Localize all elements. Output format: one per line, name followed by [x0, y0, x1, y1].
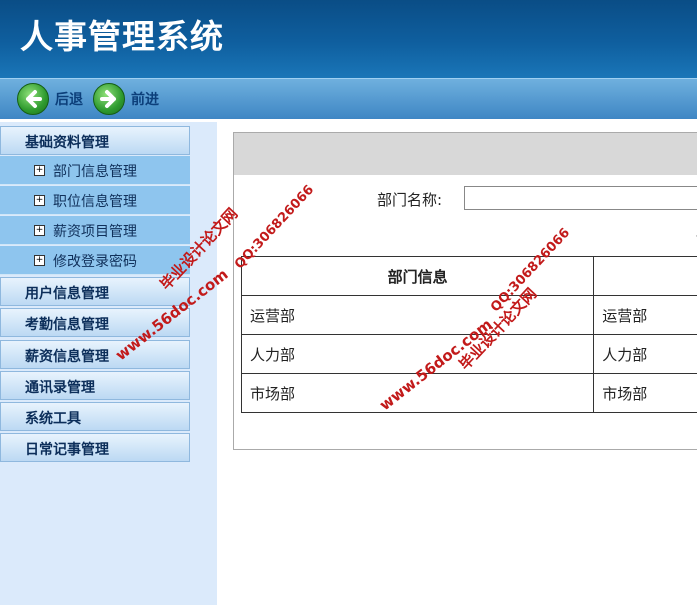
menu-group-basic-data[interactable]: 基础资料管理 [0, 126, 190, 155]
menu-item-department[interactable]: + 部门信息管理 [0, 156, 190, 185]
department-name-label: 部门名称: [377, 191, 443, 209]
content-header-bar [234, 133, 697, 175]
back-arrow-icon [17, 83, 49, 115]
menu-item-change-password[interactable]: + 修改登录密码 [0, 246, 190, 275]
menu-group-label: 通讯录管理 [25, 380, 95, 396]
expand-icon: + [34, 225, 45, 236]
expand-icon: + [34, 165, 45, 176]
menu-group-daily-notes[interactable]: 日常记事管理 [0, 433, 190, 462]
menu-item-label: 部门信息管理 [53, 164, 137, 180]
back-button[interactable]: 后退 [17, 83, 83, 115]
back-label: 后退 [55, 92, 83, 108]
sidebar-menu: 基础资料管理 + 部门信息管理 + 职位信息管理 + 薪资项目管理 + 修改登录… [0, 122, 217, 605]
table-cell: 运营部 [593, 295, 697, 335]
menu-group-label: 薪资信息管理 [25, 349, 109, 365]
menu-item-position[interactable]: + 职位信息管理 [0, 186, 190, 215]
menu-item-label: 薪资项目管理 [53, 224, 137, 240]
menu-group-system-tools[interactable]: 系统工具 [0, 402, 190, 431]
menu-group-label: 用户信息管理 [25, 286, 109, 302]
menu-group-label: 日常记事管理 [25, 442, 109, 458]
menu-group-label: 考勤信息管理 [25, 317, 109, 333]
menu-group-label: 系统工具 [25, 411, 81, 427]
content-panel: 部门名称: 请 部门信息 运营部 运营部 人力部 人力部 市场部 市场部 [233, 132, 697, 450]
table-cell: 人力部 [593, 334, 697, 374]
menu-group-label: 基础资料管理 [25, 135, 109, 151]
table-cell: 市场部 [593, 373, 697, 413]
expand-icon: + [34, 255, 45, 266]
forward-label: 前进 [131, 92, 159, 108]
table-cell: 运营部 [240, 295, 595, 335]
department-name-input[interactable] [464, 186, 697, 210]
menu-item-label: 职位信息管理 [53, 194, 137, 210]
app-header: 人事管理系统 [0, 0, 697, 78]
forward-button[interactable]: 前进 [93, 83, 159, 115]
nav-toolbar: 后退 前进 [0, 78, 697, 119]
table-header-row: 部门信息 [240, 256, 697, 296]
table-row[interactable]: 市场部 市场部 [240, 373, 697, 413]
expand-icon: + [34, 195, 45, 206]
menu-group-contacts[interactable]: 通讯录管理 [0, 371, 190, 400]
menu-item-salary-item[interactable]: + 薪资项目管理 [0, 216, 190, 245]
menu-item-label: 修改登录密码 [53, 254, 137, 270]
menu-group-salary-info[interactable]: 薪资信息管理 [0, 340, 190, 369]
forward-arrow-icon [93, 83, 125, 115]
column-header [593, 256, 697, 296]
app-title: 人事管理系统 [20, 17, 224, 56]
